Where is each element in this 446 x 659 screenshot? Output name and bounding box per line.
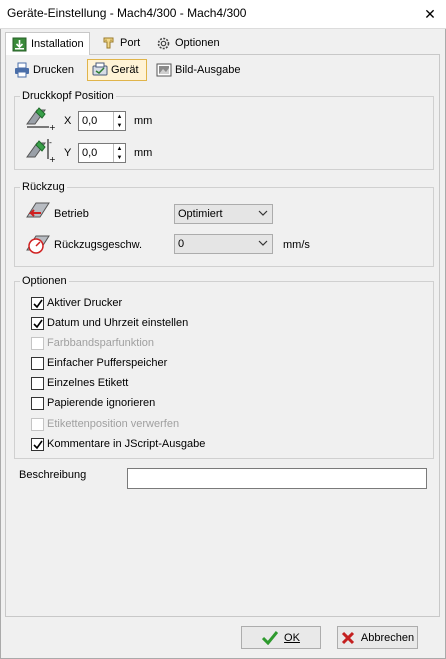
rueckzug-title: Rückzug	[20, 181, 67, 193]
ok-label: OK	[284, 631, 300, 644]
geschw-unit: mm/s	[283, 239, 310, 251]
main-tab-strip: Installation Port Optionen	[5, 32, 440, 55]
window-title: Geräte-Einstellung - Mach4/300 - Mach4/3…	[7, 6, 247, 20]
checkbox-label: Farbbandsparfunktion	[47, 337, 155, 349]
svg-text:+: +	[49, 155, 56, 163]
checkbox-einfacher-pufferspeicher[interactable]: Einfacher Pufferspeicher	[31, 355, 167, 371]
druckkopf-title: Druckkopf Position	[20, 90, 116, 102]
cancel-button[interactable]: Abbrechen	[337, 626, 418, 649]
close-button[interactable]: ✕	[414, 0, 446, 29]
optionen-title: Optionen	[20, 275, 69, 287]
cancel-label: Abbrechen	[360, 631, 415, 644]
y-offset-arrows[interactable]: ▲ ▼	[113, 144, 125, 162]
checkbox-box	[31, 417, 44, 431]
y-offset-value: 0,0	[82, 147, 98, 159]
beschreibung-label: Beschreibung	[19, 469, 87, 481]
svg-text:+: +	[49, 123, 56, 130]
installation-panel: Drucken Gerät Bild-Ausgabe Druckkopf Pos…	[5, 54, 440, 617]
checkbox-datum-uhrzeit[interactable]: Datum und Uhrzeit einstellen	[31, 315, 188, 331]
tab-label: Optionen	[175, 37, 220, 49]
y-offset-spinner[interactable]: 0,0 ▲ ▼	[78, 143, 126, 163]
checkbox-box[interactable]	[31, 376, 44, 390]
checkbox-label: Einfacher Pufferspeicher	[47, 357, 168, 369]
beschreibung-input[interactable]	[127, 468, 427, 489]
betrieb-label: Betrieb	[54, 208, 89, 220]
druckkopf-group: Druckkopf Position + X 0,0 ▲ ▼ mm - + Y 0…	[14, 90, 434, 170]
x-label: X	[64, 115, 72, 127]
y-label: Y	[64, 147, 72, 159]
checkbox-label: Datum und Uhrzeit einstellen	[47, 317, 189, 329]
betrieb-value: Optimiert	[178, 208, 223, 220]
checkmark-icon	[262, 630, 279, 645]
checkbox-label: Aktiver Drucker	[47, 297, 123, 309]
chevron-down-icon	[258, 208, 268, 221]
checkbox-box[interactable]	[31, 396, 44, 410]
tab-geraet[interactable]: Gerät	[87, 59, 147, 81]
checkbox-aktiver-drucker[interactable]: Aktiver Drucker	[31, 295, 122, 311]
checkbox-label: Kommentare in JScript-Ausgabe	[47, 438, 206, 450]
offset-y-icon: - +	[25, 137, 57, 166]
rueckzug-group: Rückzug Betrieb Optimiert Rückzugsgeschw…	[14, 181, 434, 267]
checkbox-box[interactable]	[31, 316, 44, 330]
spin-down-icon[interactable]: ▼	[114, 121, 125, 130]
port-icon	[100, 35, 116, 51]
checkbox-box[interactable]	[31, 437, 44, 451]
checkbox-kommentare-jscript[interactable]: Kommentare in JScript-Ausgabe	[31, 436, 205, 452]
checkbox-label: Einzelnes Etikett	[47, 377, 129, 389]
tab-label: Installation	[31, 38, 84, 50]
printer-icon	[14, 62, 30, 78]
tab-optionen[interactable]: Optionen	[150, 32, 225, 54]
device-icon	[92, 62, 108, 78]
close-icon: ✕	[424, 6, 436, 22]
tab-label: Port	[120, 37, 141, 49]
installation-icon	[11, 36, 27, 52]
tab-drucken[interactable]: Drucken	[10, 59, 82, 81]
checkbox-box	[31, 336, 44, 350]
checkbox-label: Etikettenposition verwerfen	[47, 418, 180, 430]
svg-text:-: -	[49, 138, 52, 147]
retract-speed-icon	[25, 230, 51, 259]
image-icon	[156, 62, 172, 78]
tab-port[interactable]: Port	[95, 32, 147, 54]
retract-icon	[25, 199, 51, 226]
x-offset-value: 0,0	[82, 115, 98, 127]
x-offset-arrows[interactable]: ▲ ▼	[113, 112, 125, 130]
checkbox-einzelnes-etikett[interactable]: Einzelnes Etikett	[31, 375, 128, 391]
spin-up-icon[interactable]: ▲	[114, 144, 125, 153]
cancel-x-icon	[341, 631, 355, 645]
geschw-select[interactable]: 0	[174, 234, 273, 254]
x-unit: mm	[134, 115, 153, 127]
ok-button[interactable]: OK	[241, 626, 321, 649]
y-unit: mm	[134, 147, 153, 159]
tab-label: Drucken	[33, 64, 74, 76]
gear-icon	[155, 35, 171, 51]
x-offset-spinner[interactable]: 0,0 ▲ ▼	[78, 111, 126, 131]
checkbox-box[interactable]	[31, 296, 44, 310]
optionen-group: Optionen Aktiver Drucker Datum und Uhrze…	[14, 275, 434, 459]
spin-up-icon[interactable]: ▲	[114, 112, 125, 121]
geschw-label: Rückzugsgeschw.	[54, 239, 143, 251]
tab-installation[interactable]: Installation	[5, 32, 90, 55]
spin-down-icon[interactable]: ▼	[114, 153, 125, 162]
tab-label: Gerät	[111, 64, 139, 76]
chevron-down-icon	[258, 238, 268, 251]
title-bar: Geräte-Einstellung - Mach4/300 - Mach4/3…	[0, 0, 446, 29]
checkbox-etikettenposition-verwerfen: Etikettenposition verwerfen	[31, 416, 179, 432]
checkbox-label: Papierende ignorieren	[47, 397, 156, 409]
betrieb-select[interactable]: Optimiert	[174, 204, 273, 224]
tab-label: Bild-Ausgabe	[175, 64, 241, 76]
checkbox-papierende-ignorieren[interactable]: Papierende ignorieren	[31, 395, 155, 411]
checkbox-farbbandsparfunktion: Farbbandsparfunktion	[31, 335, 154, 351]
geschw-value: 0	[178, 238, 185, 250]
offset-x-icon: +	[25, 106, 57, 133]
tab-bild-ausgabe[interactable]: Bild-Ausgabe	[152, 59, 247, 81]
checkbox-box[interactable]	[31, 356, 44, 370]
